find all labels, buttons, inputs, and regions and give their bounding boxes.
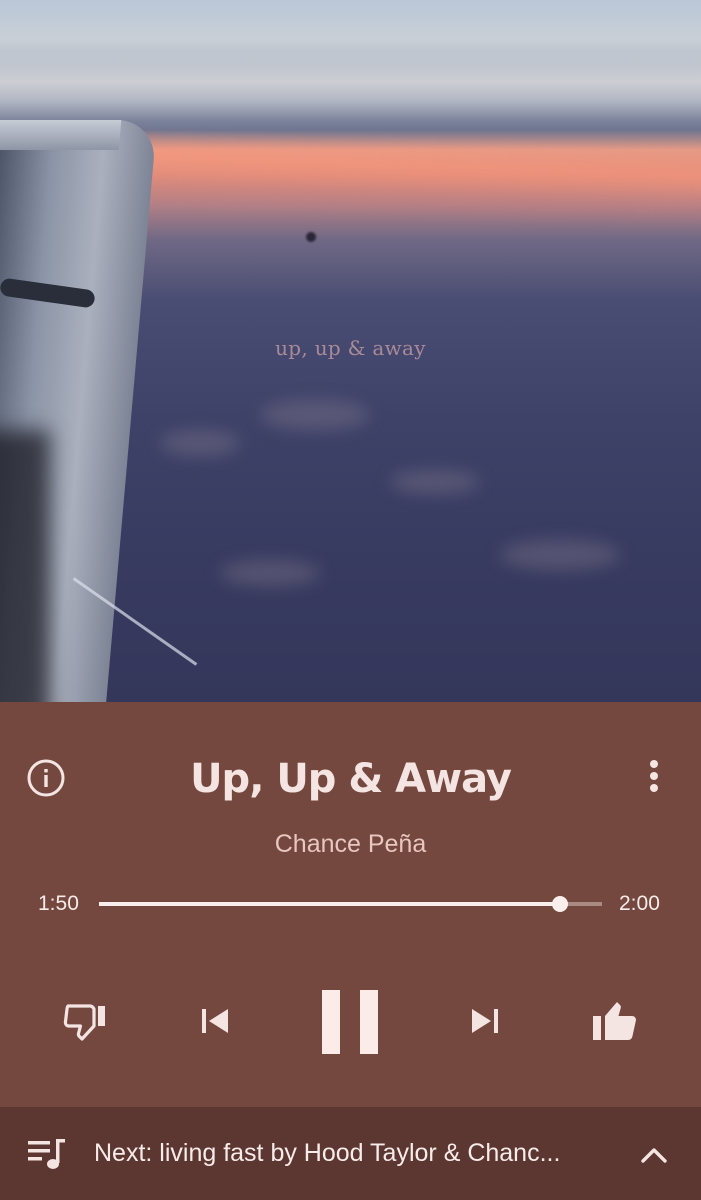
artist-name[interactable]: Chance Peña bbox=[100, 830, 601, 859]
sky-haze bbox=[0, 50, 701, 120]
more-vertical-icon[interactable] bbox=[636, 756, 672, 796]
thumbs-down-icon bbox=[63, 1004, 105, 1041]
skip-previous-icon bbox=[202, 1009, 228, 1033]
album-art-text: up, up & away bbox=[275, 336, 426, 360]
city-lights bbox=[220, 560, 320, 586]
total-time: 2:00 bbox=[619, 892, 660, 915]
city-lights bbox=[500, 540, 620, 570]
elapsed-time: 1:50 bbox=[38, 892, 79, 915]
up-next-bar[interactable]: Next: living fast by Hood Taylor & Chanc… bbox=[0, 1107, 701, 1200]
progress-fill bbox=[99, 902, 561, 906]
info-icon[interactable] bbox=[26, 758, 66, 798]
song-title: Up, Up & Away bbox=[190, 756, 512, 802]
progress-bar[interactable] bbox=[99, 896, 602, 912]
pause-icon bbox=[322, 990, 378, 1054]
queue-music-icon bbox=[26, 1135, 68, 1173]
album-art: up, up & away bbox=[0, 0, 701, 702]
sunset-glow bbox=[78, 126, 701, 230]
city-lights bbox=[390, 470, 480, 494]
previous-button[interactable] bbox=[192, 998, 238, 1044]
pause-button[interactable] bbox=[314, 982, 386, 1062]
city-lights bbox=[160, 430, 240, 456]
distant-speck bbox=[306, 232, 316, 242]
thumbs-up-icon bbox=[593, 1002, 636, 1040]
thumbs-up-button[interactable] bbox=[586, 994, 644, 1050]
progress-thumb[interactable] bbox=[552, 896, 569, 912]
up-next-text: Next: living fast by Hood Taylor & Chanc… bbox=[94, 1139, 561, 1167]
wing-shadow bbox=[0, 430, 50, 702]
next-button[interactable] bbox=[462, 998, 508, 1044]
chevron-up-icon[interactable] bbox=[636, 1137, 672, 1173]
now-playing-screen: up, up & away Up, Up & Away Chance Peña … bbox=[0, 0, 701, 1200]
thumbs-down-button[interactable] bbox=[58, 994, 114, 1050]
player-panel: Up, Up & Away Chance Peña 1:50 2:00 bbox=[0, 702, 701, 1107]
wing-tip bbox=[0, 120, 122, 150]
skip-next-icon bbox=[472, 1009, 498, 1033]
city-lights bbox=[260, 400, 370, 430]
